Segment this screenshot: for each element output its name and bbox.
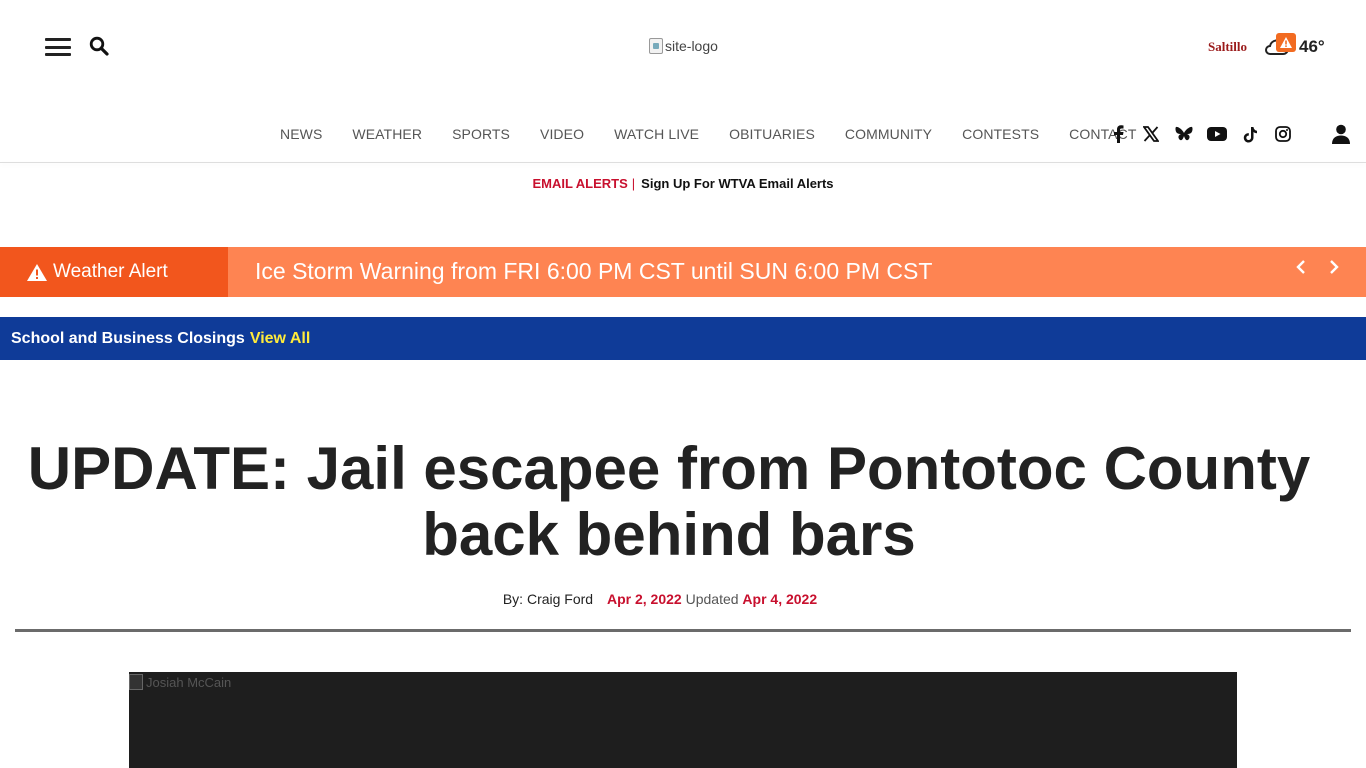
instagram-icon[interactable] — [1273, 122, 1293, 146]
weather-alert-message[interactable]: Ice Storm Warning from FRI 6:00 PM CST u… — [255, 258, 932, 285]
site-logo-alt: site-logo — [665, 38, 718, 54]
account-button[interactable] — [1331, 124, 1353, 146]
chevron-right-icon — [1330, 260, 1339, 274]
nav-item-weather[interactable]: WEATHER — [352, 126, 422, 142]
weather-widget[interactable]: 46° — [1264, 33, 1328, 59]
article-author[interactable]: By: Craig Ford — [503, 591, 593, 607]
email-alerts-separator: | — [631, 176, 636, 191]
email-alerts-bar: EMAIL ALERTS | Sign Up For WTVA Email Aler… — [0, 176, 1366, 191]
search-icon — [89, 36, 109, 56]
header-divider — [0, 162, 1366, 163]
search-button[interactable] — [89, 36, 111, 58]
article-updated-date: Apr 4, 2022 — [742, 591, 818, 607]
nav-item-contests[interactable]: CONTESTS — [962, 126, 1039, 142]
user-icon — [1332, 124, 1350, 144]
main-nav: NEWS WEATHER SPORTS VIDEO WATCH LIVE OBI… — [265, 118, 1151, 150]
closings-bar: School and Business Closings View All — [0, 317, 1366, 360]
nav-item-news[interactable]: NEWS — [280, 126, 322, 142]
alert-next-button[interactable] — [1324, 257, 1344, 277]
weather-location[interactable]: Saltillo — [1208, 39, 1247, 55]
article-headline: UPDATE: Jail escapee from Pontotoc Count… — [27, 435, 1311, 568]
weather-alert-label[interactable]: Weather Alert — [0, 247, 228, 297]
weather-alert-icon — [1276, 33, 1296, 52]
weather-alert-label-text: Weather Alert — [53, 261, 168, 282]
hamburger-line — [45, 38, 71, 41]
article-byline: By: Craig Ford Apr 2, 2022 Updated Apr 4… — [0, 591, 1320, 607]
warning-icon — [27, 263, 47, 281]
email-alerts-label: EMAIL ALERTS — [532, 176, 628, 191]
nav-item-video[interactable]: VIDEO — [540, 126, 584, 142]
hamburger-line — [45, 45, 71, 49]
article-image-alt: Josiah McCain — [146, 674, 232, 690]
alert-prev-button[interactable] — [1291, 257, 1311, 277]
menu-button[interactable] — [45, 38, 71, 56]
nav-item-community[interactable]: COMMUNITY — [845, 126, 932, 142]
article-image: Josiah McCain — [129, 674, 231, 690]
broken-image-icon — [129, 674, 143, 690]
nav-item-obituaries[interactable]: OBITUARIES — [729, 126, 815, 142]
broken-image-icon — [649, 38, 663, 54]
article-published-date: Apr 2, 2022 — [606, 591, 682, 607]
temperature: 46° — [1299, 37, 1325, 56]
facebook-icon[interactable] — [1108, 122, 1128, 146]
x-icon[interactable] — [1141, 122, 1161, 146]
site-logo[interactable]: site-logo — [649, 38, 718, 54]
social-links — [1108, 122, 1293, 146]
bluesky-icon[interactable] — [1174, 122, 1194, 146]
byline-divider — [15, 629, 1351, 632]
closings-label: School and Business Closings — [11, 329, 245, 347]
youtube-icon[interactable] — [1207, 122, 1227, 146]
nav-item-sports[interactable]: SPORTS — [452, 126, 510, 142]
tiktok-icon[interactable] — [1240, 122, 1260, 146]
article-media[interactable]: Josiah McCain — [129, 672, 1237, 768]
closings-view-all-link[interactable]: View All — [250, 330, 310, 348]
nav-item-watch-live[interactable]: WATCH LIVE — [614, 126, 699, 142]
weather-alert-bar: Weather Alert Ice Storm Warning from FRI… — [0, 247, 1366, 297]
email-signup-link[interactable]: Sign Up For WTVA Email Alerts — [641, 176, 833, 191]
hamburger-line — [45, 53, 71, 56]
article-updated-label: Updated — [685, 591, 739, 607]
chevron-left-icon — [1296, 260, 1305, 274]
